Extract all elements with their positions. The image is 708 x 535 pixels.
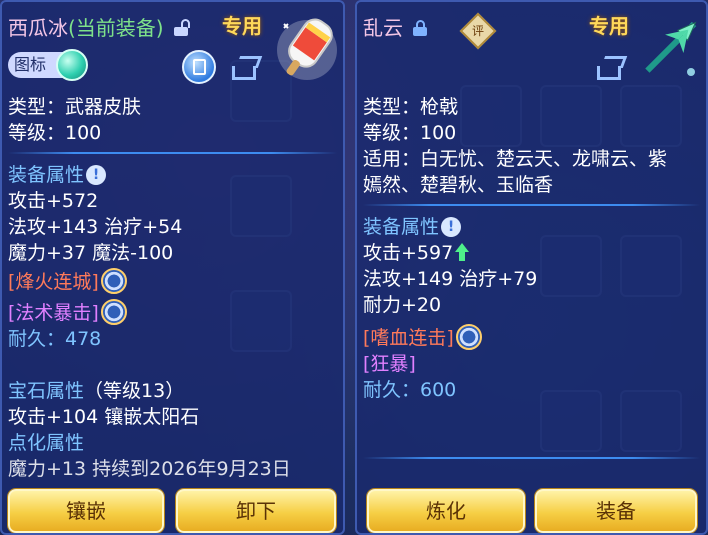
exclusive-tag: 专用	[222, 14, 262, 38]
icon-toggle[interactable]: 图标	[8, 49, 88, 81]
stat-row: 法攻+143 治疗+54	[8, 216, 183, 238]
stat-row: 法攻+149 治疗+79	[363, 268, 538, 290]
info-icon[interactable]: !	[441, 217, 462, 237]
gem-level: （等级13）	[84, 380, 185, 402]
rating-icon[interactable]: 评	[459, 12, 497, 50]
equip-attr-title: 装备属性!	[8, 162, 337, 188]
refine-button[interactable]: 炼化	[367, 489, 525, 533]
special-skill-label: [嗜血连击]	[363, 327, 454, 349]
stat-row: 魔力+37 魔法-100	[8, 242, 174, 264]
refresh-icon[interactable]	[455, 324, 482, 350]
special-skill-row: [嗜血连击]	[363, 324, 700, 351]
special-skill-label: [法术暴击]	[8, 302, 99, 324]
enhance-attr-title: 点化属性	[8, 432, 85, 454]
special-skill-row: [法术暴击]	[8, 299, 337, 326]
item-details: 类型：枪戟 等级：100 适用：白无忧、楚云天、龙啸云、紫 嫣然、楚碧秋、玉临香…	[363, 94, 700, 463]
item-header: 乱云 评 专用	[363, 8, 700, 88]
gem-orb-icon	[56, 49, 88, 81]
level-row: 等级：100	[363, 122, 457, 144]
gem-attr-label: 宝石属性	[8, 380, 85, 402]
divider	[8, 152, 337, 154]
attack-stat: 攻击+597	[363, 242, 454, 264]
item-details: 类型：武器皮肤 等级：100 装备属性! 攻击+572 法攻+143 治疗+54…	[8, 94, 337, 482]
equip-attr-label: 装备属性	[8, 164, 85, 186]
info-icon[interactable]: !	[86, 165, 107, 185]
divider	[363, 457, 700, 459]
equipped-status: (当前装备)	[68, 16, 164, 40]
up-arrow-icon	[455, 243, 470, 261]
gem-attr-title: 宝石属性（等级13）	[8, 378, 337, 404]
refresh-icon[interactable]	[100, 299, 127, 325]
refresh-icon[interactable]	[100, 268, 127, 294]
equip-attr-label: 装备属性	[363, 216, 440, 238]
preview-button[interactable]	[182, 50, 216, 84]
inlay-button[interactable]: 镶嵌	[8, 489, 164, 533]
spear-weapon-icon	[645, 21, 697, 76]
stat-row: 攻击+572	[8, 190, 99, 212]
compare-item-panel: 乱云 评 专用 类型：枪戟 等级：100 适用：白无忧、楚云天、龙啸云、紫 嫣然…	[355, 0, 708, 535]
unlock-icon[interactable]	[173, 19, 190, 36]
durability-row: 耐久：600	[363, 379, 457, 401]
icon-label: 图标	[14, 55, 47, 74]
type-row: 类型：枪戟	[363, 96, 459, 118]
type-row: 类型：武器皮肤	[8, 96, 142, 118]
popsicle-weapon-icon	[277, 18, 337, 80]
divider	[363, 204, 700, 206]
share-button[interactable]	[230, 54, 263, 82]
stat-row: 攻击+597	[363, 240, 700, 266]
exclusive-tag: 专用	[589, 14, 629, 38]
applicable-row: 嫣然、楚碧秋、玉临香	[363, 174, 554, 196]
item-header: 西瓜冰(当前装备) 专用 图标	[8, 8, 337, 88]
document-icon	[193, 59, 206, 75]
equip-button[interactable]: 装备	[535, 489, 697, 533]
equipped-item-panel: 西瓜冰(当前装备) 专用 图标 类型：武器皮肤 等级：100 装备属性! 攻击+…	[0, 0, 345, 535]
special-skill-label: [烽火连城]	[8, 271, 99, 293]
level-row: 等级：100	[8, 122, 102, 144]
stat-row: 耐力+20	[363, 294, 442, 316]
equip-attr-title: 装备属性!	[363, 214, 700, 240]
lock-icon[interactable]	[413, 20, 428, 36]
unequip-button[interactable]: 卸下	[176, 489, 336, 533]
enhance-stat-row: 魔力+13 持续到2026年9月23日	[8, 458, 291, 480]
applicable-row: 适用：白无忧、楚云天、龙啸云、紫	[363, 148, 668, 170]
durability-row: 耐久：478	[8, 328, 102, 350]
rating-label: 评	[471, 24, 484, 38]
item-title: 西瓜冰(当前装备)	[8, 12, 190, 41]
special-skill-row: [烽火连城]	[8, 268, 337, 295]
item-name: 西瓜冰	[8, 16, 68, 40]
share-button[interactable]	[595, 54, 628, 82]
gem-stat-row: 攻击+104 镶嵌太阳石	[8, 406, 200, 428]
item-title: 乱云	[363, 12, 428, 41]
item-name: 乱云	[363, 16, 403, 40]
special-skill-row: [狂暴]	[363, 353, 416, 375]
